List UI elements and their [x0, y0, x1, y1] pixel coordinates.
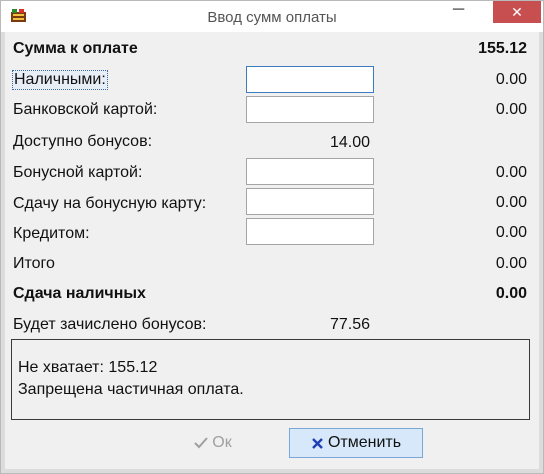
credit-input[interactable] — [246, 218, 374, 245]
credit-label: Кредитом: — [13, 225, 90, 242]
message-box: Не хватает: 155.12 Запрещена частичная о… — [11, 339, 530, 420]
bonus-available-value: 14.00 — [329, 134, 370, 151]
checkmark-icon — [194, 437, 209, 449]
bonus-card-label: Бонусной картой: — [13, 164, 143, 181]
minimize-button[interactable]: ─ — [444, 1, 473, 23]
ok-button[interactable]: Ок — [173, 428, 253, 458]
bonus-accrued-value: 77.56 — [329, 316, 370, 333]
payment-dialog: Ввод сумм оплаты ─ ✕ Сумма к оплате 155.… — [0, 0, 544, 474]
bonus-accrued-label: Будет зачислено бонусов: — [13, 316, 207, 333]
change-cash-value: 0.00 — [495, 285, 527, 302]
total-label: Сумма к оплате — [13, 40, 138, 57]
title-bar[interactable]: Ввод сумм оплаты ─ ✕ — [1, 1, 543, 32]
ok-label: Ок — [212, 434, 232, 451]
credit-value: 0.00 — [495, 224, 527, 241]
bonus-available-label: Доступно бонусов: — [13, 133, 153, 150]
itogo-value: 0.00 — [495, 255, 527, 272]
bonus-card-input[interactable] — [246, 158, 374, 185]
itogo-label: Итого — [13, 255, 55, 272]
message-partial-forbidden: Запрещена частичная оплата. — [18, 381, 244, 398]
cash-input[interactable] — [246, 66, 374, 93]
change-to-bonus-value: 0.00 — [495, 194, 527, 211]
bank-card-input[interactable] — [246, 96, 374, 123]
bonus-card-value: 0.00 — [495, 164, 527, 181]
bank-card-value: 0.00 — [495, 101, 527, 118]
dialog-content: Сумма к оплате 155.12 Наличными: 0.00 Ба… — [5, 32, 539, 469]
cancel-button[interactable]: Отменить — [289, 428, 423, 458]
cash-value: 0.00 — [495, 71, 527, 88]
cash-label: Наличными: — [12, 70, 108, 90]
close-button[interactable]: ✕ — [493, 1, 541, 23]
bank-card-label: Банковской картой: — [13, 101, 158, 118]
change-cash-label: Сдача наличных — [13, 285, 146, 302]
cancel-label: Отменить — [327, 434, 402, 451]
change-to-bonus-input[interactable] — [246, 188, 374, 215]
change-to-bonus-label: Сдачу на бонусную карту: — [13, 195, 207, 212]
cross-icon — [311, 437, 324, 450]
total-value: 155.12 — [478, 40, 527, 57]
message-shortage: Не хватает: 155.12 — [18, 359, 158, 376]
